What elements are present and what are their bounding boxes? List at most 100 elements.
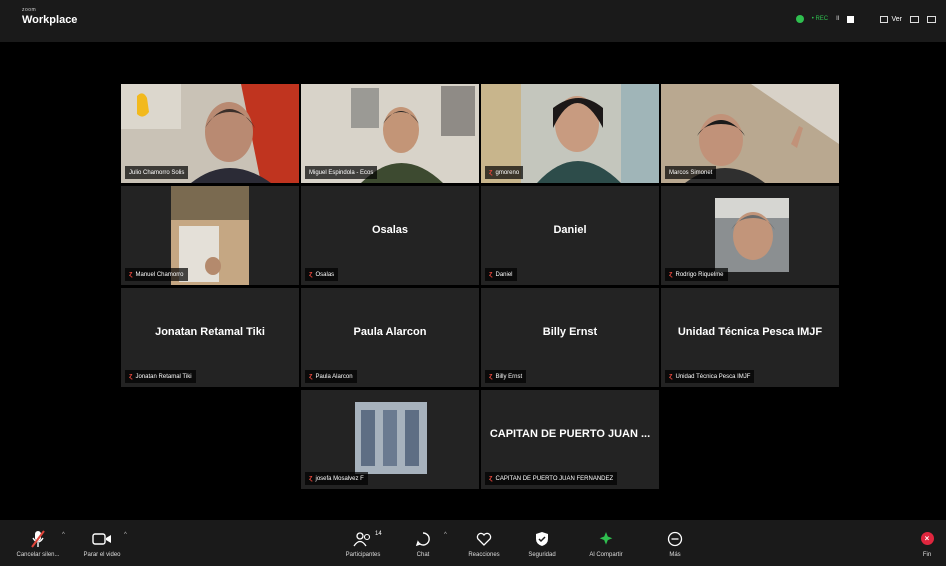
view-button[interactable]: Ver [880, 15, 902, 23]
heart-icon [476, 532, 492, 546]
participant-tile[interactable]: Miguel Espindola - Ecos [301, 84, 479, 183]
view-label: Ver [891, 15, 902, 23]
video-options-chevron-icon[interactable]: ^ [124, 532, 127, 538]
participant-display-name: Paula Alarcon [353, 326, 427, 338]
participant-name: CAPITAN DE PUERTO JUAN FERNANDEZ [495, 475, 614, 482]
more-button[interactable]: Más [660, 520, 690, 566]
participant-name-label: ɀ josefa Mosalvez F [305, 472, 368, 485]
mic-muted-icon [31, 529, 45, 548]
mic-muted-icon: ɀ [309, 475, 313, 482]
participant-name: gmoreno [495, 169, 520, 176]
participant-name: Miguel Espindola - Ecos [309, 169, 374, 176]
participant-name-label: Marcos Simonet [665, 166, 717, 179]
chat-label: Chat [416, 551, 430, 558]
participant-tile[interactable]: ɀ gmoreno [481, 84, 659, 183]
participant-tile[interactable]: Jonatan Retamal Tiki ɀ Jonatan Retamal T… [121, 288, 299, 387]
participant-name: Manuel Chamorro [135, 271, 184, 278]
participant-tile[interactable]: CAPITAN DE PUERTO JUAN ... ɀ CAPITAN DE … [481, 390, 659, 489]
mic-muted-icon: ɀ [309, 373, 313, 380]
participant-name-label: ɀ Unidad Técnica Pesca IMJF [665, 370, 755, 383]
participant-name: Osalas [315, 271, 335, 278]
participant-name-label: ɀ Jonatan Retamal Tiki [125, 370, 196, 383]
participant-display-name: Osalas [371, 224, 409, 236]
participant-name-label: Miguel Espindola - Ecos [305, 166, 378, 179]
stop-video-label: Parar el video [83, 551, 121, 558]
participant-name: Unidad Técnica Pesca IMJF [675, 373, 751, 380]
fullscreen-icon[interactable] [927, 15, 936, 23]
mic-muted-icon: ɀ [309, 271, 313, 278]
participant-display-name: Jonatan Retamal Tiki [155, 326, 265, 338]
participant-name-label: ɀ Rodrigo Riquelme [665, 268, 728, 281]
more-label: Más [669, 551, 681, 558]
mic-muted-icon: ɀ [129, 271, 133, 278]
stop-video-button[interactable]: Parar el video [76, 520, 128, 566]
participant-display-name: Billy Ernst [542, 326, 598, 338]
participants-button[interactable]: 14 Participantes [338, 520, 388, 566]
mic-muted-icon: ɀ [489, 373, 493, 380]
share-screen-icon [599, 531, 613, 545]
participant-tile[interactable]: Daniel ɀ Daniel [481, 186, 659, 285]
meeting-toolbar: Cancelar silen... ^ Parar el video ^ 14 … [0, 520, 946, 566]
video-camera-icon [92, 532, 111, 545]
participant-display-name: CAPITAN DE PUERTO JUAN ... [489, 428, 651, 440]
share-screen-button[interactable]: Al Compartir [576, 520, 636, 566]
participant-name-label: ɀ gmoreno [485, 166, 524, 179]
participant-name-label: Julio Chamorro Solis [125, 166, 189, 179]
participant-name-label: ɀ Osalas [305, 268, 339, 281]
participant-tile[interactable]: Marcos Simonet [661, 84, 839, 183]
participant-name: Julio Chamorro Solis [129, 169, 185, 176]
participant-tile[interactable]: ɀ josefa Mosalvez F [301, 390, 479, 489]
participant-tile[interactable]: Billy Ernst ɀ Billy Ernst [481, 288, 659, 387]
participant-name-label: ɀ Daniel [485, 268, 517, 281]
participants-icon [353, 531, 371, 546]
top-bar: zoom Workplace • REC II Ver [0, 0, 946, 42]
app-title: Workplace [22, 14, 78, 26]
participant-name: Billy Ernst [495, 373, 523, 380]
brand-sub: zoom [22, 7, 37, 13]
shield-icon [536, 531, 548, 546]
participant-tile[interactable]: Julio Chamorro Solis [121, 84, 299, 183]
top-right-controls: • REC II Ver [795, 15, 936, 23]
audio-options-chevron-icon[interactable]: ^ [62, 532, 65, 538]
unmute-label: Cancelar silen... [16, 551, 60, 558]
participant-name-label: ɀ CAPITAN DE PUERTO JUAN FERNANDEZ [485, 472, 618, 485]
app-brand: zoom Workplace [22, 8, 77, 26]
mic-muted-icon: ɀ [669, 271, 673, 278]
mic-muted-icon: ɀ [669, 373, 673, 380]
participant-name: Rodrigo Riquelme [675, 271, 724, 278]
participant-name: Jonatan Retamal Tiki [135, 373, 192, 380]
security-label: Seguridad [528, 551, 556, 558]
participant-name: Paula Alarcon [315, 373, 353, 380]
participant-name: Marcos Simonet [669, 169, 713, 176]
stop-recording-icon[interactable] [847, 15, 855, 23]
mic-muted-icon: ɀ [129, 373, 133, 380]
participant-tile[interactable]: Osalas ɀ Osalas [301, 186, 479, 285]
end-meeting-label: Fin [922, 551, 932, 558]
unmute-button[interactable]: Cancelar silen... [10, 520, 66, 566]
pause-recording-icon[interactable]: II [836, 16, 839, 22]
security-button[interactable]: Seguridad [518, 520, 566, 566]
participant-tile[interactable]: ɀ Manuel Chamorro [121, 186, 299, 285]
participant-name-label: ɀ Paula Alarcon [305, 370, 357, 383]
participant-tile[interactable]: ɀ Rodrigo Riquelme [661, 186, 839, 285]
video-gallery: Julio Chamorro Solis Miguel Espindola - … [0, 42, 946, 520]
participant-name: Daniel [495, 271, 513, 278]
chat-button[interactable]: Chat [406, 520, 440, 566]
recording-status: • REC [811, 16, 829, 22]
participant-display-name: Unidad Técnica Pesca IMJF [677, 326, 823, 338]
participant-tile[interactable]: Unidad Técnica Pesca IMJF ɀ Unidad Técni… [661, 288, 839, 387]
participant-tile[interactable]: Paula Alarcon ɀ Paula Alarcon [301, 288, 479, 387]
grid-view-icon [880, 15, 889, 23]
security-shield-icon[interactable] [795, 15, 804, 23]
reactions-button[interactable]: Reacciones [460, 520, 508, 566]
reactions-label: Reacciones [468, 551, 500, 558]
end-meeting-button[interactable]: × Fin [914, 520, 940, 566]
participant-name: josefa Mosalvez F [315, 475, 364, 482]
chat-icon [415, 531, 430, 546]
participants-count: 14 [375, 530, 382, 537]
minimize-window-icon[interactable] [910, 15, 919, 23]
share-screen-label: Al Compartir [589, 551, 623, 558]
end-meeting-icon: × [920, 532, 934, 545]
mic-muted-icon: ɀ [489, 169, 493, 176]
chat-options-chevron-icon[interactable]: ^ [444, 532, 447, 538]
